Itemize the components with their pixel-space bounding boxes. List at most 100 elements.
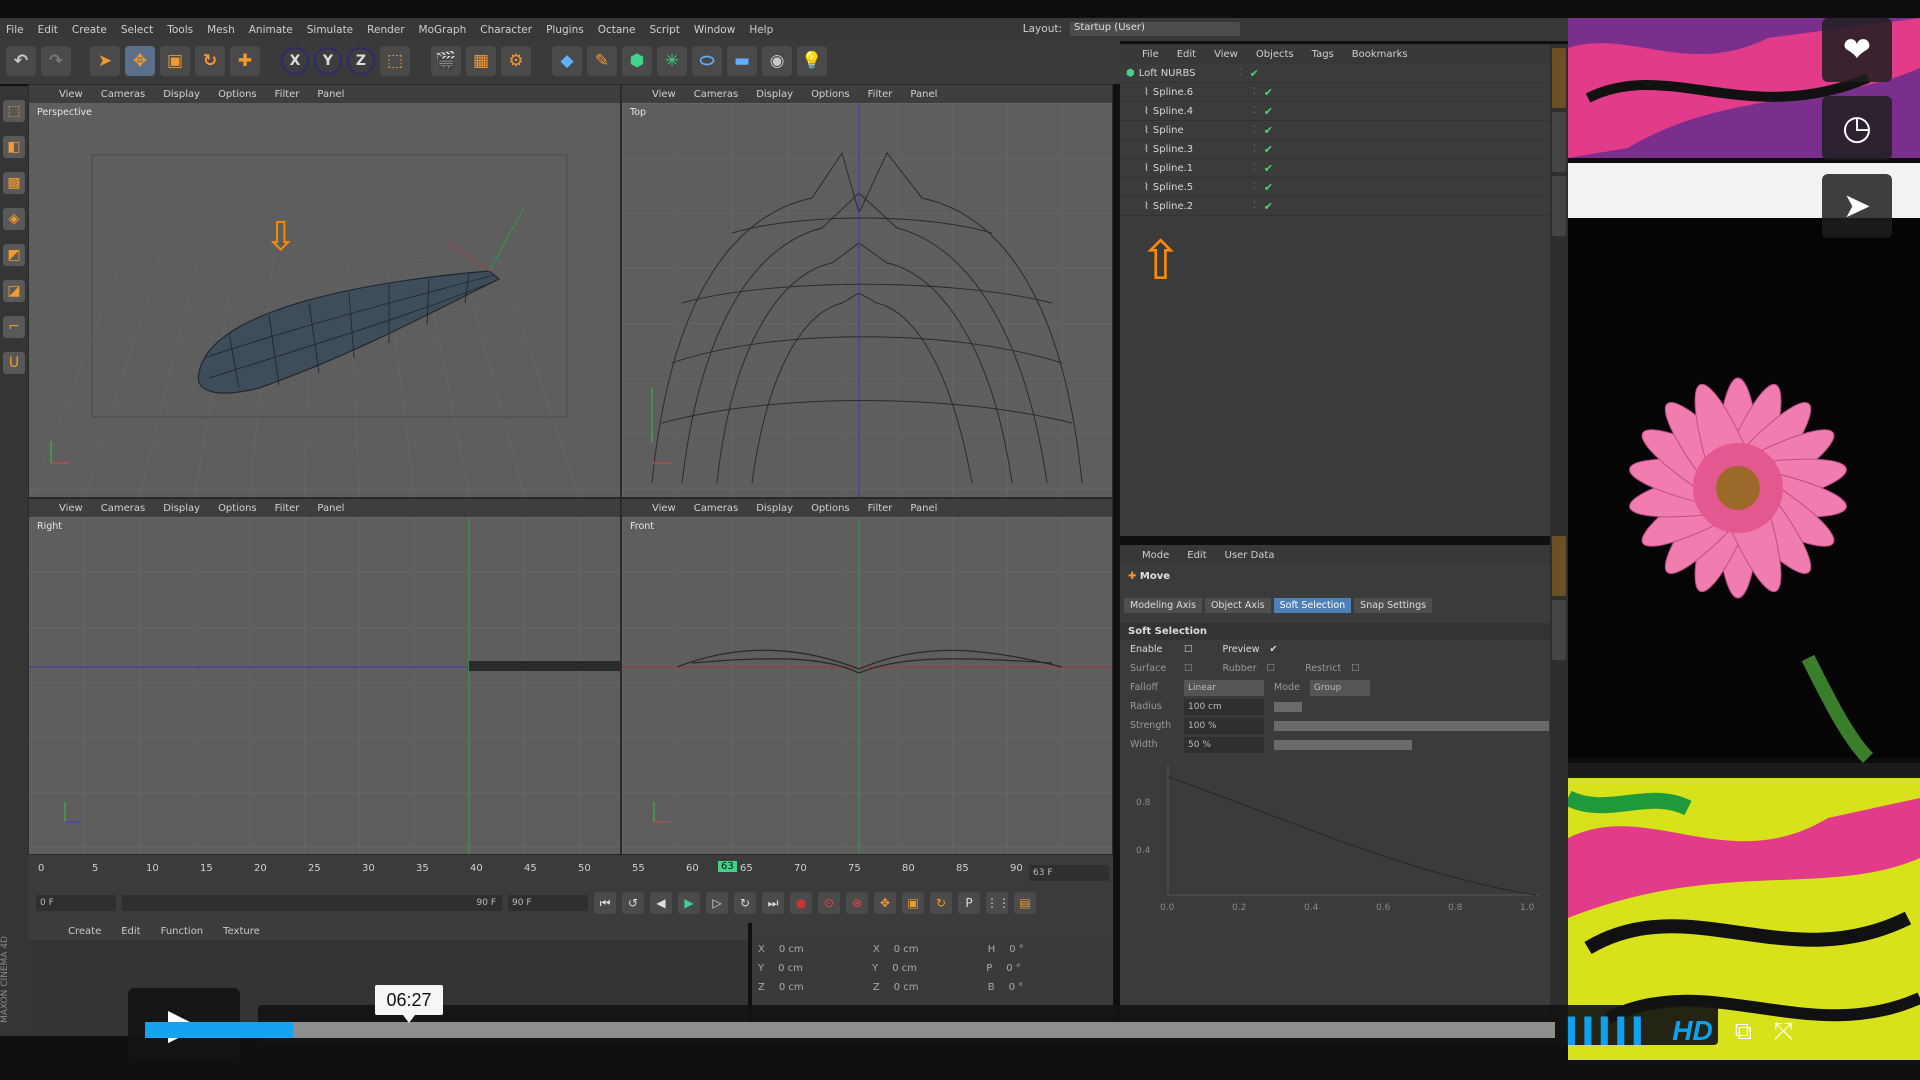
preview-check-icon[interactable]: ✔: [1270, 644, 1278, 655]
viewport-perspective[interactable]: View Cameras Display Options Filter Pane…: [28, 84, 621, 498]
visibility-dots-icon[interactable]: ⁚: [1253, 163, 1256, 173]
picture-in-picture-icon[interactable]: ⧉: [1735, 1017, 1752, 1045]
scale-icon[interactable]: ▣: [160, 46, 190, 76]
go-to-end-icon[interactable]: ⏭: [762, 892, 784, 914]
tab-modeling-axis[interactable]: Modeling Axis: [1124, 598, 1202, 613]
menu-mograph[interactable]: MoGraph: [413, 24, 475, 36]
object-name[interactable]: Spline.1: [1153, 163, 1253, 174]
vp-menu-filter[interactable]: Filter: [275, 89, 300, 100]
dock-tab-objects[interactable]: [1552, 48, 1566, 108]
object-name[interactable]: Spline: [1153, 125, 1253, 136]
vp-menu-filter[interactable]: Filter: [868, 503, 893, 514]
menu-help[interactable]: Help: [743, 24, 781, 36]
redo-icon[interactable]: ↷: [41, 46, 71, 76]
viewport-top[interactable]: View Cameras Display Options Filter Pane…: [621, 84, 1113, 498]
object-row-spline[interactable]: ⌇ Spline.5 ⁚ ✔: [1120, 178, 1560, 197]
fullscreen-icon[interactable]: ⤧: [1774, 1017, 1793, 1045]
width-slider[interactable]: [1274, 739, 1412, 750]
menu-create[interactable]: Create: [66, 24, 115, 36]
vp-menu-filter[interactable]: Filter: [868, 89, 893, 100]
render-view-icon[interactable]: 🎬: [431, 46, 461, 76]
playhead[interactable]: 63: [718, 861, 737, 872]
vp-menu-cameras[interactable]: Cameras: [694, 89, 738, 100]
vp-menu-display[interactable]: Display: [756, 89, 793, 100]
radius-field[interactable]: 100 cm: [1184, 698, 1264, 715]
object-row-spline[interactable]: ⌇ Spline.3 ⁚ ✔: [1120, 140, 1560, 159]
vp-menu-filter[interactable]: Filter: [275, 503, 300, 514]
timeline-ruler[interactable]: 0 5 10 15 20 25 30 35 40 45 50 55 60 65 …: [38, 861, 1023, 885]
deformer-icon[interactable]: ⬭: [692, 46, 722, 76]
cube-icon[interactable]: ◆: [552, 46, 582, 76]
menu-tools[interactable]: Tools: [161, 24, 201, 36]
object-name[interactable]: Spline.4: [1153, 106, 1253, 117]
z-axis-button[interactable]: Z: [347, 47, 375, 75]
volume-bars-icon[interactable]: ▍▍▍▍▍: [1568, 1017, 1652, 1045]
mat-menu-edit[interactable]: Edit: [121, 926, 140, 937]
attr-menu-edit[interactable]: Edit: [1187, 550, 1206, 561]
nurbs-icon[interactable]: ⬢: [622, 46, 652, 76]
x-axis-button[interactable]: X: [281, 47, 309, 75]
object-name[interactable]: Loft NURBS: [1139, 68, 1239, 79]
vp-menu-options[interactable]: Options: [811, 89, 850, 100]
object-name[interactable]: Spline.3: [1153, 144, 1253, 155]
object-row-spline[interactable]: ⌇ Spline ⁚ ✔: [1120, 121, 1560, 140]
object-row-spline[interactable]: ⌇ Spline.4 ⁚ ✔: [1120, 102, 1560, 121]
viewport-front[interactable]: View Cameras Display Options Filter Pane…: [621, 498, 1113, 855]
coord-field[interactable]: 0 cm: [778, 963, 858, 974]
axis-mode-icon[interactable]: ⌐: [3, 316, 25, 338]
step-forward-icon[interactable]: ▷: [706, 892, 728, 914]
move-icon[interactable]: ✥: [125, 46, 155, 76]
vp-menu-panel[interactable]: Panel: [317, 503, 344, 514]
object-name[interactable]: Spline.2: [1153, 201, 1253, 212]
vp-menu-cameras[interactable]: Cameras: [101, 89, 145, 100]
visibility-dots-icon[interactable]: ⁚: [1239, 68, 1242, 78]
vp-menu-cameras[interactable]: Cameras: [101, 503, 145, 514]
record-active-icon[interactable]: ⊙: [818, 892, 840, 914]
strength-slider[interactable]: [1274, 720, 1549, 731]
loop-forward-icon[interactable]: ↻: [734, 892, 756, 914]
range-slider[interactable]: 90 F: [122, 895, 502, 911]
vp-menu-view[interactable]: View: [652, 89, 676, 100]
surface-checkbox[interactable]: ☐: [1184, 663, 1193, 674]
snap-icon[interactable]: U: [3, 352, 25, 374]
coord-field[interactable]: 0 °: [1009, 944, 1024, 955]
menu-script[interactable]: Script: [643, 24, 687, 36]
spline-pen-icon[interactable]: ✎: [587, 46, 617, 76]
vp-menu-cameras[interactable]: Cameras: [694, 503, 738, 514]
step-back-icon[interactable]: ◀: [650, 892, 672, 914]
enabled-check-icon[interactable]: ✔: [1264, 181, 1273, 194]
object-name[interactable]: Spline.5: [1153, 182, 1253, 193]
om-menu-file[interactable]: File: [1142, 49, 1159, 60]
radius-slider[interactable]: [1274, 701, 1302, 712]
layout-dropdown[interactable]: Startup (User): [1070, 22, 1240, 36]
dock-tab-layers[interactable]: [1552, 600, 1566, 660]
light-icon[interactable]: 💡: [797, 46, 827, 76]
strength-field[interactable]: 100 %: [1184, 717, 1264, 734]
start-frame-field[interactable]: 0 F: [36, 895, 116, 911]
visibility-dots-icon[interactable]: ⁚: [1253, 87, 1256, 97]
visibility-dots-icon[interactable]: ⁚: [1253, 201, 1256, 211]
coord-field[interactable]: 0 cm: [894, 944, 974, 955]
polygons-mode-icon[interactable]: ◪: [3, 280, 25, 302]
select-icon[interactable]: ➤: [90, 46, 120, 76]
rubber-checkbox[interactable]: ☐: [1267, 663, 1276, 674]
vp-menu-view[interactable]: View: [59, 89, 83, 100]
om-menu-bookmarks[interactable]: Bookmarks: [1352, 49, 1408, 60]
vp-menu-panel[interactable]: Panel: [910, 503, 937, 514]
object-row-spline[interactable]: ⌇ Spline.1 ⁚ ✔: [1120, 159, 1560, 178]
key-param-icon[interactable]: P: [958, 892, 980, 914]
motion-record-icon[interactable]: ●: [790, 892, 812, 914]
mat-menu-function[interactable]: Function: [161, 926, 204, 937]
menu-character[interactable]: Character: [474, 24, 540, 36]
vp-menu-options[interactable]: Options: [811, 503, 850, 514]
coord-field[interactable]: 0 °: [1006, 963, 1021, 974]
object-row-spline[interactable]: ⌇ Spline.2 ⁚ ✔: [1120, 197, 1560, 216]
vp-menu-options[interactable]: Options: [218, 503, 257, 514]
attr-menu-user-data[interactable]: User Data: [1225, 550, 1275, 561]
render-settings-icon[interactable]: ⚙: [501, 46, 531, 76]
current-frame-field[interactable]: 63 F: [1029, 865, 1109, 881]
share-paper-plane-icon[interactable]: ➤: [1822, 174, 1892, 238]
key-pla-icon[interactable]: ⋮⋮: [986, 892, 1010, 914]
enable-checkbox[interactable]: ☐: [1184, 644, 1193, 655]
menu-mesh[interactable]: Mesh: [201, 24, 243, 36]
